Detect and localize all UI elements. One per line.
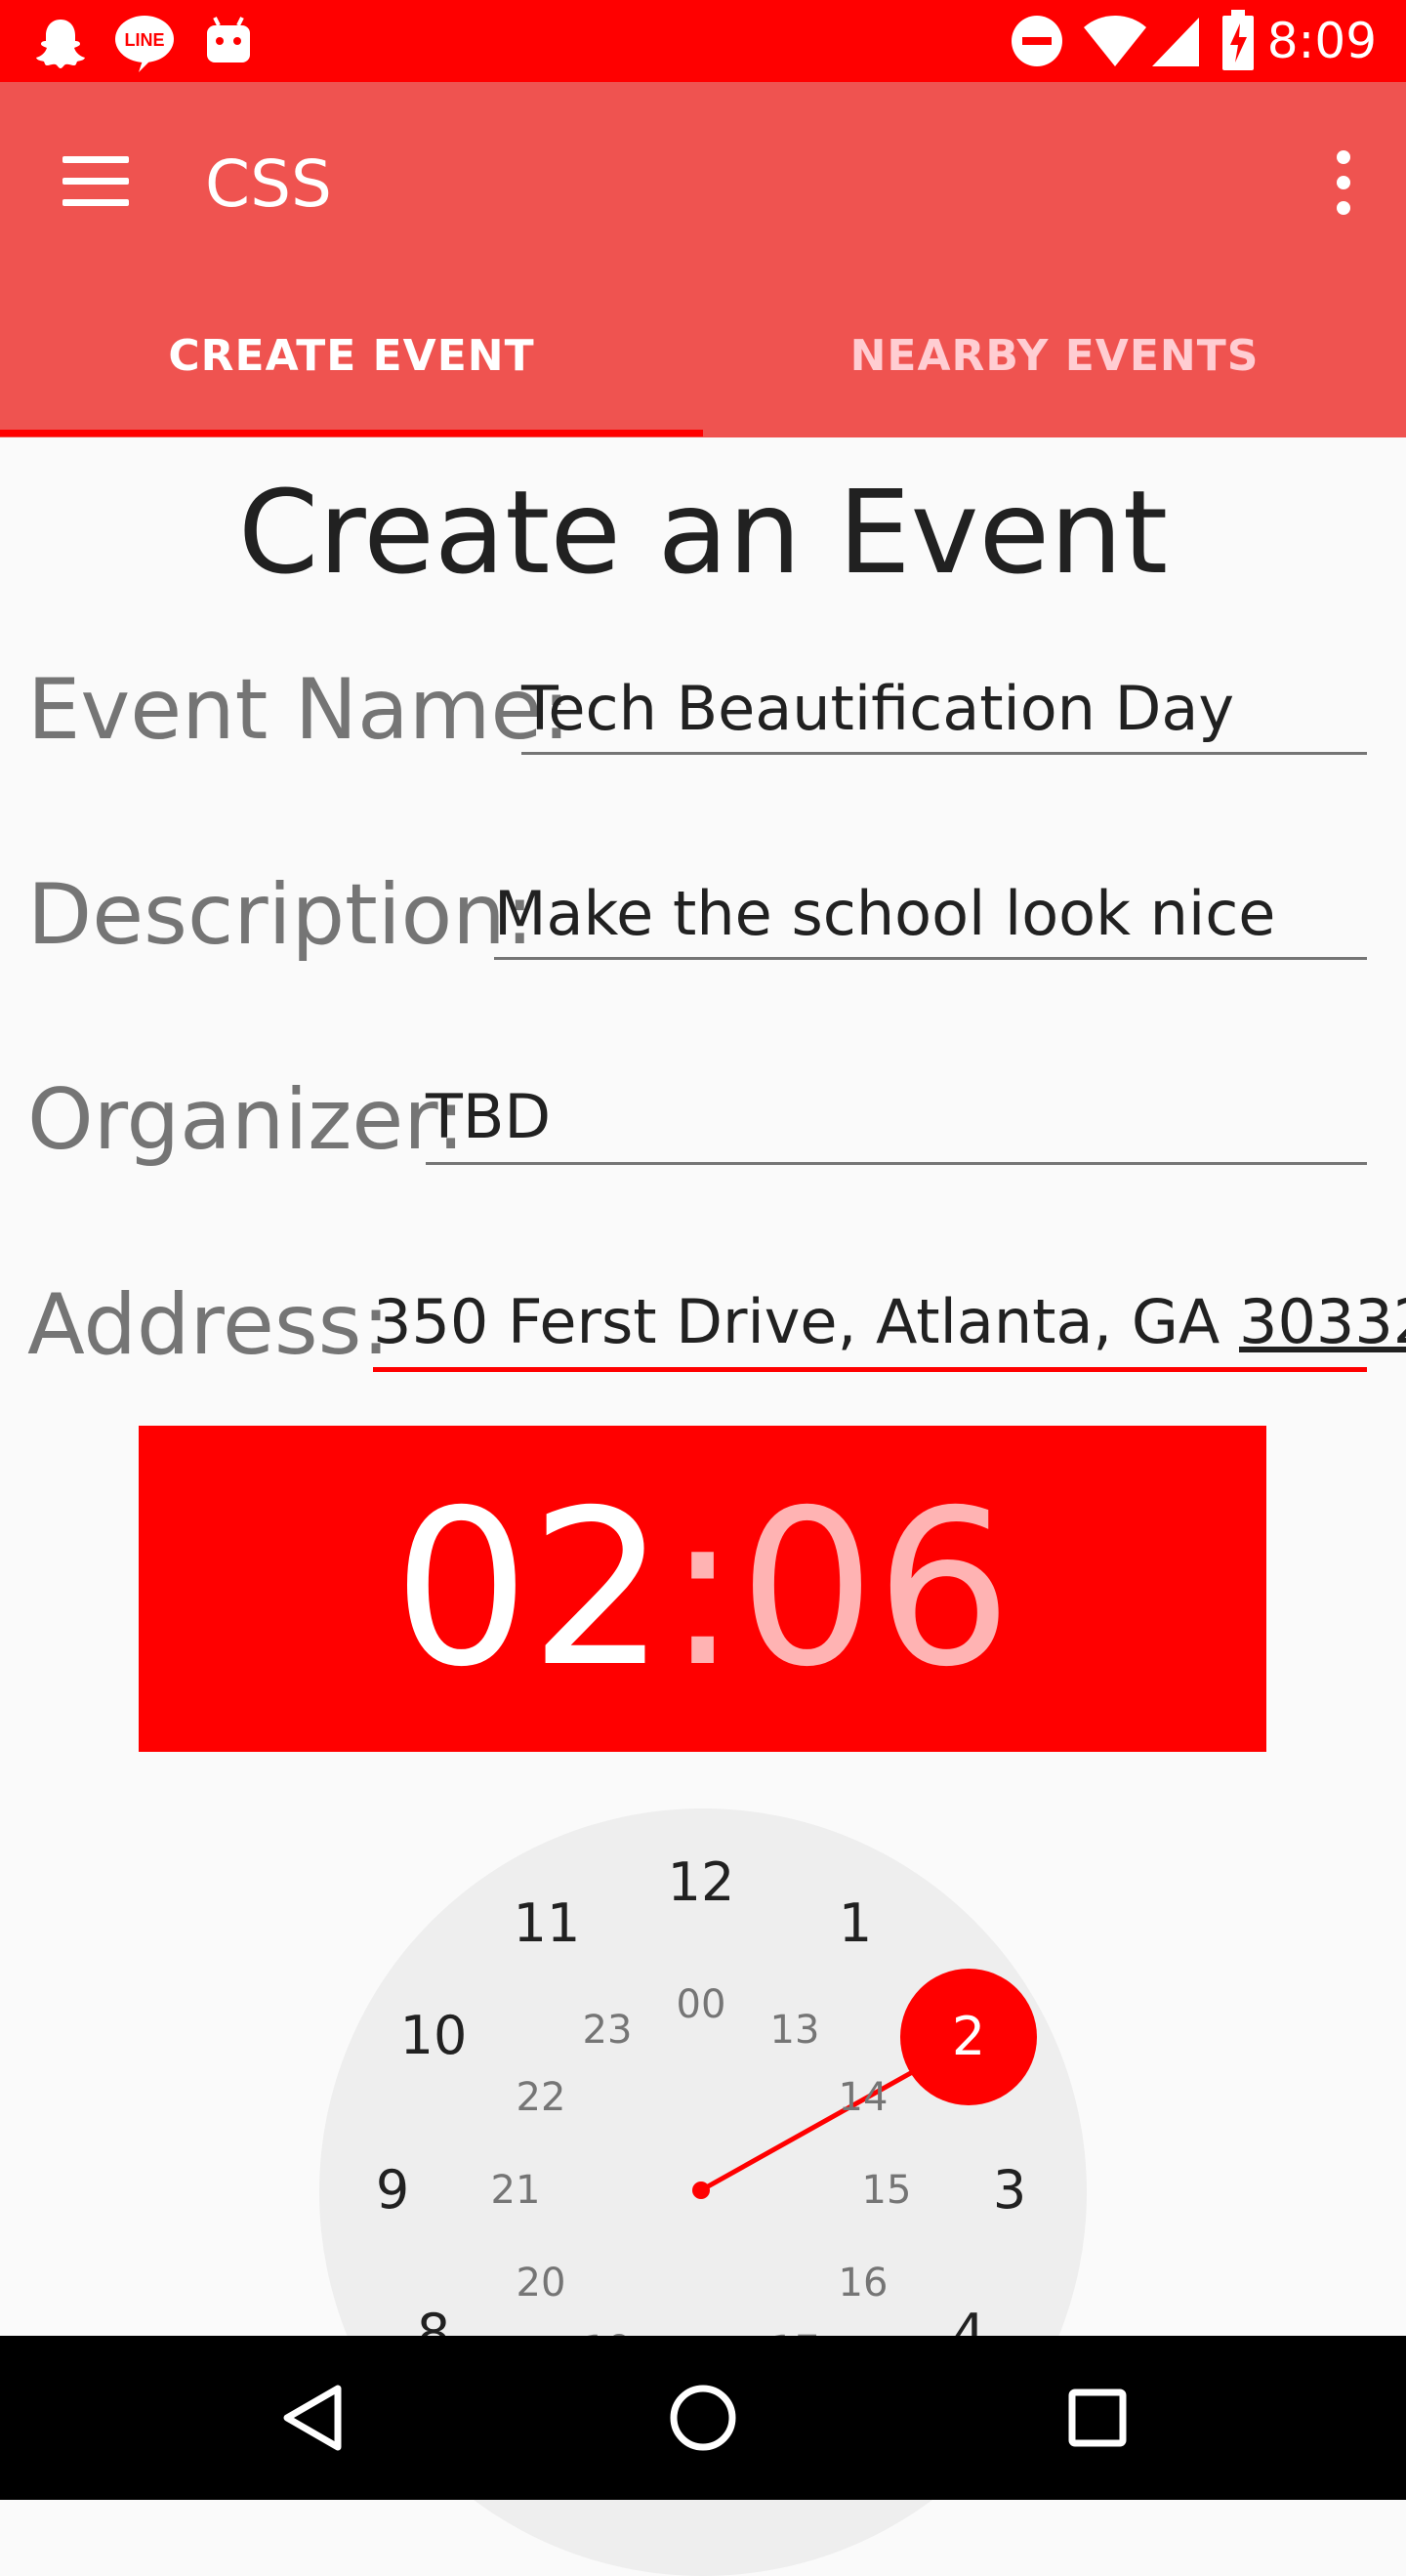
address-zip: 30332 — [1239, 1286, 1406, 1357]
selected-hour-2[interactable]: 2 — [900, 1969, 1037, 2105]
clock-hour-13[interactable]: 13 — [751, 1996, 839, 2064]
signal-icon — [1152, 18, 1199, 66]
navigation-bar — [0, 2336, 1406, 2500]
event-name-underline — [521, 752, 1367, 755]
clock-hour-12[interactable]: 12 — [657, 1849, 745, 1917]
svg-text:LINE: LINE — [124, 30, 164, 50]
app-title: CSS — [205, 146, 332, 222]
do-not-disturb-icon — [1012, 16, 1062, 66]
organizer-label: Organizer: — [27, 1071, 466, 1169]
organizer-field[interactable]: TBD — [426, 1078, 551, 1156]
home-button[interactable] — [605, 2336, 801, 2500]
time-separator: : — [666, 1464, 739, 1714]
hamburger-menu-icon[interactable] — [62, 156, 129, 207]
clock-hour-15[interactable]: 15 — [843, 2156, 930, 2224]
page-title: Create an Event — [237, 465, 1169, 600]
status-time: 8:09 — [1266, 13, 1377, 69]
tab-create-event[interactable]: CREATE EVENT — [0, 293, 703, 420]
description-underline — [494, 957, 1367, 960]
status-bar: LINE 8:09 — [0, 0, 1406, 82]
clock-hour-00[interactable]: 00 — [657, 1971, 745, 2039]
time-display: 02:06 — [139, 1426, 1266, 1752]
recents-icon — [1068, 2389, 1127, 2447]
clock-hour-14[interactable]: 14 — [819, 2063, 907, 2132]
address-underline — [373, 1367, 1367, 1372]
more-vert-icon[interactable] — [1334, 150, 1353, 215]
clock-hour-16[interactable]: 16 — [819, 2249, 907, 2317]
description-label: Description: — [27, 866, 534, 964]
clock-hour-1[interactable]: 1 — [811, 1890, 899, 1958]
hours-display[interactable]: 02 — [393, 1464, 666, 1714]
tab-nearby-events[interactable]: NEARBY EVENTS — [703, 293, 1406, 420]
address-field[interactable]: 350 Ferst Drive, Atlanta, GA 30332 — [373, 1283, 1406, 1361]
clock-hour-21[interactable]: 21 — [472, 2156, 559, 2224]
clock-hour-10[interactable]: 10 — [390, 2002, 477, 2070]
event-name-field[interactable]: Tech Beautification Day — [521, 670, 1234, 748]
clock-hour-3[interactable]: 3 — [966, 2156, 1054, 2224]
home-icon — [670, 2385, 736, 2451]
clock-hour-11[interactable]: 11 — [503, 1890, 591, 1958]
address-label: Address: — [27, 1276, 391, 1374]
tab-indicator — [0, 430, 703, 436]
line-icon: LINE — [115, 16, 174, 72]
back-icon — [283, 2385, 342, 2451]
minutes-display[interactable]: 06 — [739, 1464, 1013, 1714]
android-icon — [207, 17, 250, 62]
clock-hour-22[interactable]: 22 — [497, 2063, 585, 2132]
description-field[interactable]: Make the school look nice — [494, 875, 1275, 953]
snapchat-icon — [36, 20, 85, 68]
battery-charging-icon — [1222, 10, 1254, 70]
event-name-label: Event Name: — [27, 661, 571, 759]
back-button[interactable] — [211, 2336, 406, 2500]
clock-hour-9[interactable]: 9 — [349, 2156, 436, 2224]
address-street: 350 Ferst Drive, Atlanta, GA — [373, 1286, 1240, 1357]
organizer-underline — [426, 1162, 1367, 1165]
wifi-icon — [1084, 16, 1146, 66]
clock-hour-23[interactable]: 23 — [563, 1996, 651, 2064]
recents-button[interactable] — [1000, 2336, 1195, 2500]
clock-hour-20[interactable]: 20 — [497, 2249, 585, 2317]
